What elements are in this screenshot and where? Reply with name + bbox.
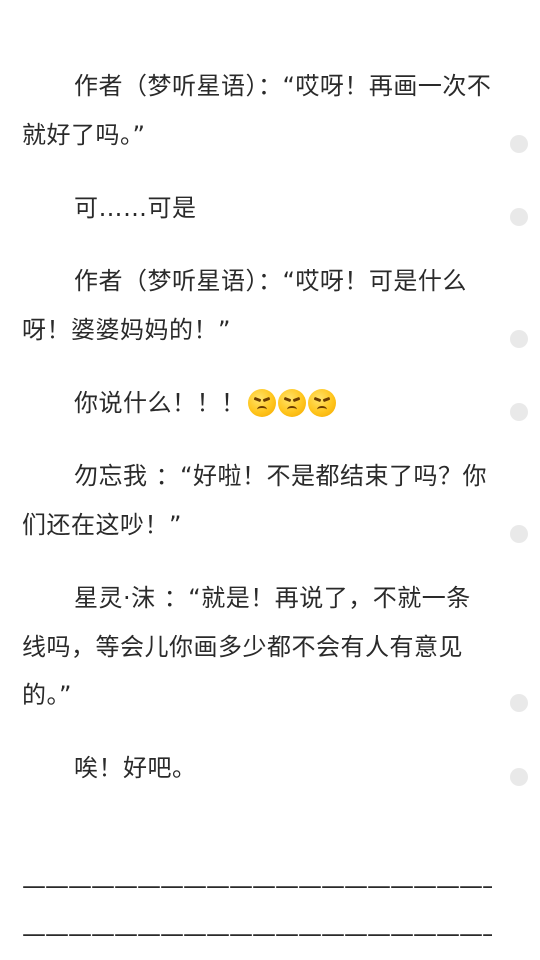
reader-page: 作者（梦听星语）：“哎呀！再画一次不就好了吗。” 可……可是 作者（梦听星语）：… (0, 0, 540, 960)
paragraph-text: 唉！好吧。 (74, 754, 197, 782)
paragraph-text: 你说什么！！！ (74, 389, 246, 417)
paragraph-1: 作者（梦听星语）：“哎呀！再画一次不就好了吗。” (22, 62, 492, 159)
paragraph-2: 可……可是 (22, 184, 492, 233)
paragraph-comment-marker[interactable] (510, 330, 528, 348)
paragraph-5: 勿忘我 ：“好啦！不是都结束了吗？你们还在这吵！” (22, 452, 492, 549)
separator-line: —————————————————————— (22, 874, 492, 898)
paragraph-4: 你说什么！！！ (22, 379, 492, 428)
paragraph-text: 勿忘我 ：“好啦！不是都结束了吗？你们还在这吵！” (22, 462, 488, 539)
angry-face-icon (307, 389, 336, 417)
separator-line: —————————————————————— (22, 922, 492, 946)
paragraph-comment-marker[interactable] (510, 525, 528, 543)
angry-face-icon (277, 389, 306, 417)
paragraph-text: 可……可是 (74, 194, 197, 222)
angry-face-icon (247, 389, 276, 417)
paragraph-comment-marker[interactable] (510, 694, 528, 712)
paragraph-text: 星灵·沫 ：“就是！再说了，不就一条线吗，等会儿你画多少都不会有人有意见的。” (22, 584, 471, 709)
paragraph-comment-marker[interactable] (510, 403, 528, 421)
paragraph-comment-marker[interactable] (510, 135, 528, 153)
paragraph-comment-marker[interactable] (510, 208, 528, 226)
paragraph-7: 唉！好吧。 (22, 744, 492, 793)
paragraph-text: 作者（梦听星语）：“哎呀！再画一次不就好了吗。” (22, 72, 492, 149)
paragraph-6: 星灵·沫 ：“就是！再说了，不就一条线吗，等会儿你画多少都不会有人有意见的。” (22, 574, 492, 720)
paragraph-comment-marker[interactable] (510, 768, 528, 786)
paragraph-3: 作者（梦听星语）：“哎呀！可是什么呀！婆婆妈妈的！” (22, 257, 492, 354)
paragraph-text: 作者（梦听星语）：“哎呀！可是什么呀！婆婆妈妈的！” (22, 267, 467, 344)
